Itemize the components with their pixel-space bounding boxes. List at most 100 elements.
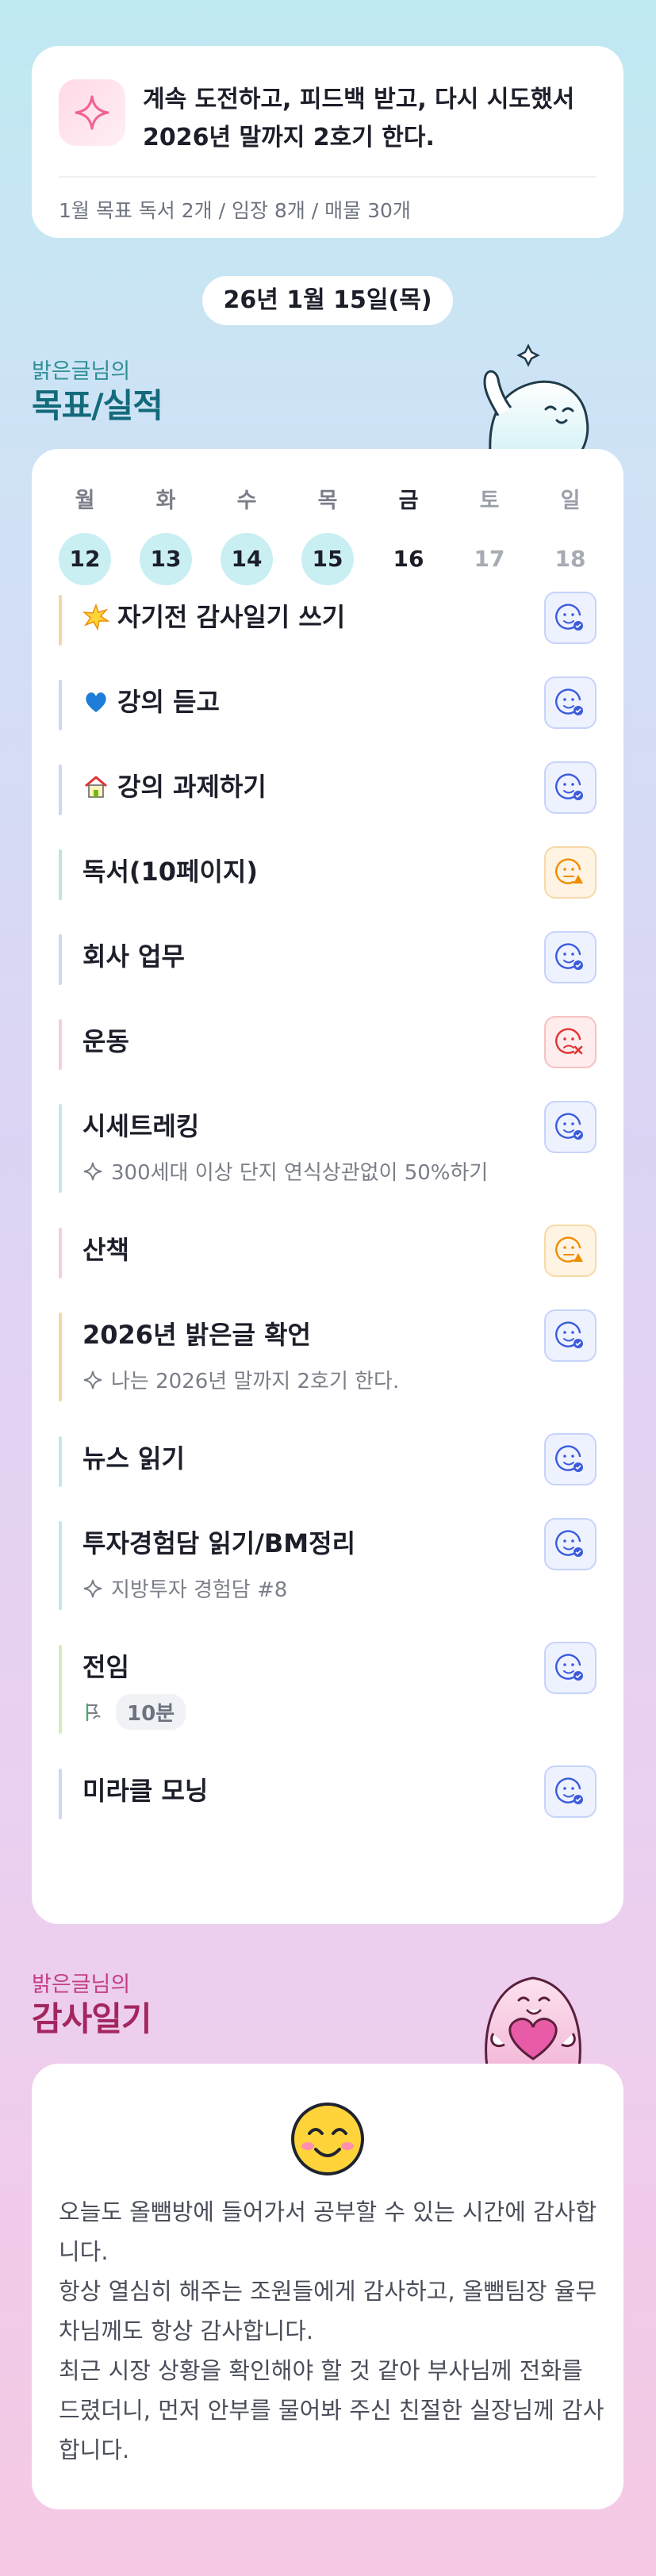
task-title: 산책 [82, 1225, 129, 1275]
smile-check-icon[interactable] [544, 677, 597, 729]
task-label: 강의 과제하기 [117, 772, 267, 802]
day-name: 금 [398, 489, 419, 513]
smile-check-icon[interactable] [544, 1309, 597, 1362]
duration-chip: 10분 [116, 1694, 186, 1730]
smile-warning-icon[interactable] [544, 846, 597, 899]
task-row[interactable]: 독서(10페이지) [59, 846, 597, 900]
mission-statement: 계속 도전하고, 피드백 받고, 다시 시도했서 2026년 말까지 2호기 한… [143, 86, 575, 151]
task-accent-bar [59, 1313, 62, 1401]
day-name: 목 [317, 489, 338, 513]
task-accent-bar [59, 1769, 62, 1819]
task-row[interactable]: 운동 [59, 1016, 597, 1070]
task-row[interactable]: 시세트레킹 300세대 이상 단지 연식상관없이 50%하기 [59, 1101, 597, 1193]
task-subtitle: 나는 2026년 말까지 2호기 한다. [82, 1365, 399, 1394]
day-number: 16 [393, 546, 424, 572]
flag-icon [82, 1701, 113, 1723]
sparkle-icon [59, 79, 125, 146]
sparkle-small-icon [82, 1161, 111, 1182]
current-date[interactable]: 26년 1월 15일(목) [202, 276, 453, 325]
task-row[interactable]: 전임 10분 [59, 1642, 597, 1734]
task-accent-bar [59, 765, 62, 815]
task-accent-bar [59, 1228, 62, 1278]
day-15[interactable]: 목 15 [301, 485, 354, 585]
day-13[interactable]: 화 13 [140, 485, 192, 585]
sad-x-icon[interactable] [544, 1016, 597, 1068]
smile-check-icon[interactable] [544, 931, 597, 983]
gratitude-text: 오늘도 올뺌방에 들어가서 공부할 수 있는 시간에 감사합니다. 항상 열심히… [59, 2198, 604, 2463]
task-accent-bar [59, 680, 62, 730]
task-label: 투자경험담 읽기/BM정리 [82, 1528, 356, 1558]
day-number: 13 [140, 533, 192, 585]
smile-check-icon[interactable] [544, 761, 597, 814]
gratitude-card: 오늘도 올뺌방에 들어가서 공부할 수 있는 시간에 감사합니다. 항상 열심히… [32, 2064, 623, 2509]
day-16[interactable]: 금 16 [382, 485, 435, 585]
goals-card: 월 12 화 13 수 14 목 15 금 16 토 17 일 18 자기전 감사일기 쓰기강의 듣고강의… [32, 449, 623, 1924]
day-number: 15 [301, 533, 354, 585]
day-14[interactable]: 수 14 [221, 485, 273, 585]
task-row[interactable]: 강의 과제하기 [59, 761, 597, 815]
day-name: 화 [155, 489, 176, 513]
task-accent-bar [59, 849, 62, 900]
smile-check-icon[interactable] [544, 1642, 597, 1694]
task-title: 미라클 모닝 [82, 1765, 208, 1816]
task-label: 자기전 감사일기 쓰기 [117, 602, 346, 632]
task-title: 회사 업무 [82, 931, 185, 982]
day-name: 토 [479, 489, 500, 513]
day-number: 12 [59, 533, 111, 585]
heart-hug-mascot-icon [485, 1976, 581, 2067]
sparkle-small-icon [82, 1578, 111, 1599]
star-burst-icon [82, 604, 109, 631]
task-row[interactable]: 자기전 감사일기 쓰기 [59, 592, 597, 646]
task-subtitle: 지방투자 경험담 #8 [82, 1574, 287, 1603]
goals-section-title: 목표/실적 [32, 386, 163, 425]
smile-check-icon[interactable] [544, 592, 597, 644]
task-row[interactable]: 회사 업무 [59, 931, 597, 985]
task-label: 운동 [82, 1026, 129, 1056]
task-title: 2026년 밝은글 확언 [82, 1309, 311, 1360]
day-18[interactable]: 일 18 [544, 485, 597, 585]
task-title: 투자경험담 읽기/BM정리 [82, 1518, 355, 1569]
gratitude-section-title: 감사일기 [32, 1999, 152, 2038]
blue-heart-icon [82, 688, 109, 715]
task-duration: 10분 [82, 1694, 186, 1730]
cheering-mascot-icon [483, 344, 589, 452]
divider [59, 176, 597, 178]
task-accent-bar [59, 934, 62, 985]
task-accent-bar [59, 1436, 62, 1487]
task-label: 전임 [82, 1652, 129, 1682]
task-label: 독서(10페이지) [82, 857, 258, 887]
sparkle-small-icon [82, 1370, 111, 1390]
task-label: 2026년 밝은글 확언 [82, 1320, 311, 1350]
task-label: 미라클 모닝 [82, 1776, 209, 1806]
smile-check-icon[interactable] [544, 1518, 597, 1570]
day-number: 14 [221, 533, 273, 585]
task-subtitle-text: 지방투자 경험담 #8 [111, 1578, 288, 1602]
task-row[interactable]: 2026년 밝은글 확언나는 2026년 말까지 2호기 한다. [59, 1309, 597, 1401]
task-label: 강의 듣고 [117, 687, 220, 717]
task-label: 뉴스 읽기 [82, 1443, 185, 1474]
mission-card: 계속 도전하고, 피드백 받고, 다시 시도했서 2026년 말까지 2호기 한… [32, 46, 623, 238]
smile-check-icon[interactable] [544, 1433, 597, 1485]
task-accent-bar [59, 1521, 62, 1610]
task-title: 강의 듣고 [82, 677, 220, 727]
task-accent-bar [59, 1645, 62, 1734]
task-row[interactable]: 투자경험담 읽기/BM정리지방투자 경험담 #8 [59, 1518, 597, 1610]
task-label: 시세트레킹 [82, 1111, 200, 1141]
day-name: 월 [75, 489, 95, 513]
task-label: 회사 업무 [82, 941, 185, 972]
task-row[interactable]: 뉴스 읽기 [59, 1433, 597, 1487]
smile-check-icon[interactable] [544, 1765, 597, 1818]
blushing-smile-icon [291, 2103, 364, 2175]
day-17[interactable]: 토 17 [463, 485, 516, 585]
task-row[interactable]: 미라클 모닝 [59, 1765, 597, 1819]
smile-warning-icon[interactable] [544, 1225, 597, 1277]
task-title: 운동 [82, 1016, 129, 1067]
smile-check-icon[interactable] [544, 1101, 597, 1153]
task-label: 산책 [82, 1235, 129, 1265]
day-name: 수 [236, 489, 257, 513]
day-12[interactable]: 월 12 [59, 485, 111, 585]
task-accent-bar [59, 1104, 62, 1193]
task-row[interactable]: 강의 듣고 [59, 677, 597, 730]
task-row[interactable]: 산책 [59, 1225, 597, 1278]
task-subtitle-text: 나는 2026년 말까지 2호기 한다. [111, 1370, 400, 1393]
